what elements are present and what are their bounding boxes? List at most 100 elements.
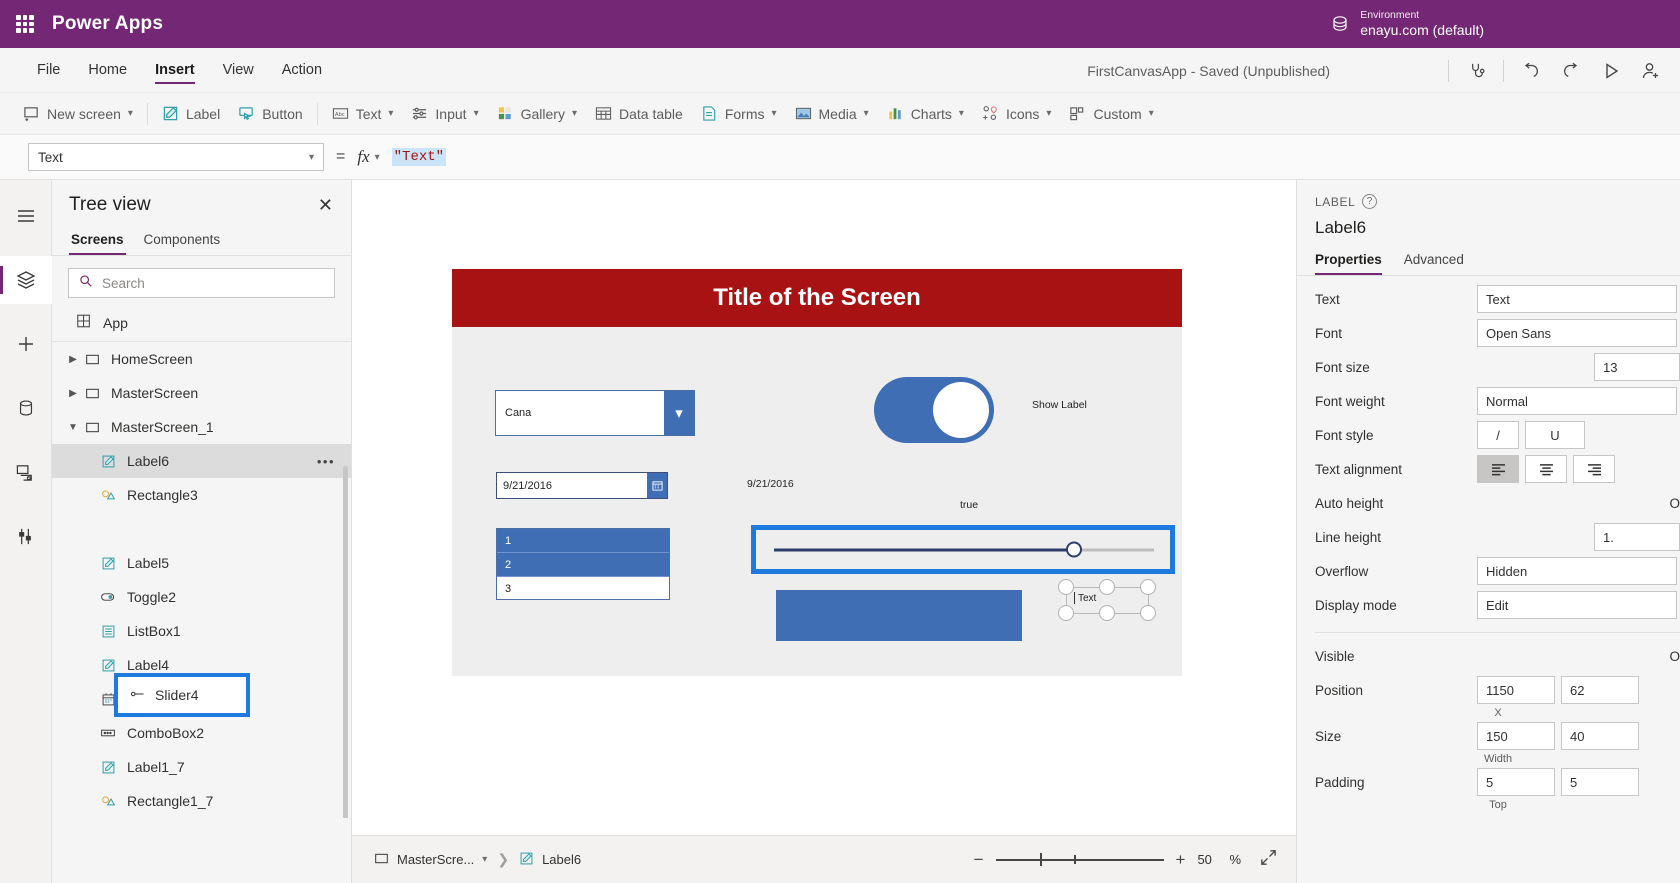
- toolbar-forms[interactable]: Forms ▾: [692, 100, 786, 127]
- toolbar-gallery[interactable]: Gallery ▾: [488, 100, 586, 127]
- italic-button[interactable]: /: [1477, 421, 1519, 449]
- menu-item-file[interactable]: File: [26, 48, 71, 93]
- prop-display-mode-select[interactable]: Edit: [1477, 591, 1677, 619]
- chevron-right-icon[interactable]: ▶: [64, 354, 82, 365]
- fx-button[interactable]: fx ▾: [357, 147, 379, 167]
- prop-font-size-input[interactable]: 13: [1594, 353, 1680, 381]
- calendar-icon[interactable]: [647, 473, 667, 498]
- menu-item-home[interactable]: Home: [77, 48, 138, 93]
- auto-height-toggle[interactable]: O: [1669, 496, 1680, 511]
- toolbar-text[interactable]: Abc Text ▾: [323, 100, 403, 127]
- combobox-control[interactable]: Cana ▾: [495, 390, 695, 436]
- resize-handle-ne[interactable]: [1140, 579, 1156, 595]
- padding-second-input[interactable]: 5: [1561, 768, 1639, 796]
- property-select[interactable]: Text ▾: [28, 143, 324, 171]
- size-height-input[interactable]: 40: [1561, 722, 1639, 750]
- prop-line-height-input[interactable]: 1.: [1594, 523, 1680, 551]
- prop-font-select[interactable]: Open Sans: [1477, 319, 1677, 347]
- list-item[interactable]: 1: [497, 529, 669, 553]
- padding-top-input[interactable]: 5: [1477, 768, 1555, 796]
- toolbar-custom[interactable]: Custom ▾: [1060, 100, 1162, 127]
- tree-node-slider4[interactable]: Slider4: [114, 673, 250, 717]
- visible-toggle[interactable]: O: [1669, 649, 1680, 664]
- toolbar-label[interactable]: Label: [153, 100, 229, 127]
- menu-item-view[interactable]: View: [212, 48, 265, 93]
- position-x-input[interactable]: 1150: [1477, 676, 1555, 704]
- rectangle-shape[interactable]: [776, 590, 1022, 641]
- help-question-icon[interactable]: ?: [1362, 194, 1378, 209]
- tab-screens[interactable]: Screens: [69, 226, 126, 255]
- zoom-in-button[interactable]: +: [1176, 850, 1186, 870]
- tree-node-combobox2[interactable]: ComboBox2: [52, 716, 351, 750]
- resize-handle-sw[interactable]: [1058, 605, 1074, 621]
- tree-node-toggle2[interactable]: Toggle2: [52, 580, 351, 614]
- toolbar-icons[interactable]: Icons ▾: [973, 100, 1061, 127]
- menu-item-insert[interactable]: Insert: [144, 48, 206, 93]
- tab-advanced[interactable]: Advanced: [1404, 252, 1464, 275]
- tree-node-more-icon[interactable]: •••: [317, 454, 335, 469]
- underline-button[interactable]: U: [1525, 421, 1585, 449]
- breadcrumb-control[interactable]: Label6: [519, 851, 581, 869]
- prop-text-input[interactable]: Text: [1477, 285, 1677, 313]
- tab-properties[interactable]: Properties: [1315, 252, 1382, 275]
- fit-screen-icon[interactable]: [1259, 848, 1278, 872]
- canvas-area[interactable]: Title of the Screen Cana ▾ Show Label 9/…: [352, 180, 1296, 835]
- play-preview-icon[interactable]: [1598, 58, 1624, 84]
- prop-overflow-select[interactable]: Hidden: [1477, 557, 1677, 585]
- size-width-input[interactable]: 150: [1477, 722, 1555, 750]
- share-user-icon[interactable]: [1638, 58, 1664, 84]
- tree-node-label5[interactable]: Label5: [52, 546, 351, 580]
- align-center-icon[interactable]: [1525, 455, 1567, 483]
- zoom-slider[interactable]: [995, 853, 1164, 867]
- listbox-control[interactable]: 1 2 3: [496, 528, 670, 600]
- tree-view-layers-icon[interactable]: [0, 256, 52, 304]
- screen-title-label[interactable]: Title of the Screen: [452, 269, 1182, 327]
- resize-handle-nw[interactable]: [1058, 579, 1074, 595]
- environment-selector[interactable]: Environment enayu.com (default): [1330, 0, 1484, 48]
- toggle-control[interactable]: [874, 377, 994, 443]
- prop-font-weight-select[interactable]: Normal: [1477, 387, 1677, 415]
- toolbar-button[interactable]: Button: [229, 100, 311, 127]
- toolbar-media[interactable]: Media ▾: [786, 100, 878, 127]
- toolbar-new-screen[interactable]: New screen ▾: [14, 100, 142, 127]
- tab-components[interactable]: Components: [142, 226, 223, 255]
- tree-node-listbox1[interactable]: ListBox1: [52, 614, 351, 648]
- redo-icon[interactable]: [1558, 58, 1584, 84]
- chevron-down-icon[interactable]: ▾: [664, 391, 694, 435]
- toolbar-charts[interactable]: Charts ▾: [878, 100, 973, 127]
- app-launcher-icon[interactable]: [16, 15, 34, 33]
- slider-track[interactable]: [774, 541, 1154, 558]
- tree-node-app[interactable]: App: [52, 306, 351, 342]
- slider-control-selected[interactable]: [751, 525, 1175, 574]
- resize-handle-se[interactable]: [1140, 605, 1156, 621]
- zoom-out-button[interactable]: −: [974, 850, 984, 870]
- tree-node-masterscreen[interactable]: ▶ MasterScreen: [52, 376, 351, 410]
- list-item[interactable]: 3: [497, 577, 669, 599]
- app-screen-preview[interactable]: Title of the Screen Cana ▾ Show Label 9/…: [452, 269, 1182, 676]
- align-left-icon[interactable]: [1477, 455, 1519, 483]
- menu-item-action[interactable]: Action: [271, 48, 333, 93]
- datepicker-control[interactable]: 9/21/2016: [496, 472, 668, 499]
- chevron-right-icon[interactable]: ▶: [64, 388, 82, 399]
- close-icon[interactable]: ✕: [318, 196, 333, 214]
- tree-node-rectangle1-7[interactable]: Rectangle1_7: [52, 784, 351, 818]
- breadcrumb-screen[interactable]: MasterScre... ▾: [374, 851, 487, 869]
- hamburger-menu-icon[interactable]: [0, 192, 52, 240]
- position-y-input[interactable]: 62: [1561, 676, 1639, 704]
- search-input[interactable]: Search: [68, 268, 335, 298]
- tree-node-masterscreen-1[interactable]: ▼ MasterScreen_1: [52, 410, 351, 444]
- tree-node-label6[interactable]: Label6 •••: [52, 444, 351, 478]
- list-item[interactable]: 2: [497, 553, 669, 577]
- media-library-icon[interactable]: [0, 448, 52, 496]
- tree-node-rectangle3[interactable]: Rectangle3: [52, 478, 351, 512]
- tree-node-label1-7[interactable]: Label1_7: [52, 750, 351, 784]
- tree-node-homescreen[interactable]: ▶ HomeScreen: [52, 342, 351, 376]
- formula-input[interactable]: "Text": [391, 148, 447, 166]
- resize-handle-s[interactable]: [1099, 605, 1115, 621]
- chevron-down-icon[interactable]: ▾: [482, 854, 487, 865]
- zoom-slider-thumb[interactable]: [1039, 853, 1042, 866]
- chevron-down-icon[interactable]: ▼: [64, 422, 82, 433]
- app-checker-icon[interactable]: [1463, 58, 1489, 84]
- align-right-icon[interactable]: [1573, 455, 1615, 483]
- advanced-tools-icon[interactable]: [0, 512, 52, 560]
